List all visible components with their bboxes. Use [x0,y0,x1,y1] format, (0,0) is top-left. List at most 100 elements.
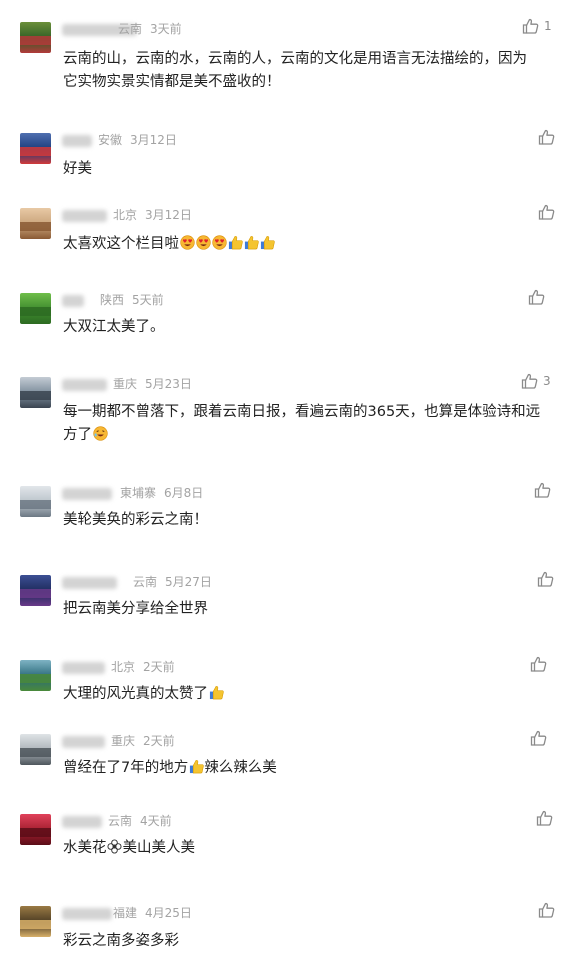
thumbs-up-icon [537,571,554,587]
thumbs-up-icon [534,482,551,498]
thumbs-up-icon [530,656,547,672]
like-button[interactable] [538,902,555,918]
comment-line: 大双江太美了。 [63,316,165,339]
comment-location: 云南 [118,22,143,36]
username-blurred[interactable] [62,379,107,391]
like-button[interactable]: 3 [521,373,551,389]
username-blurred[interactable] [62,488,112,500]
avatar[interactable] [20,734,51,765]
thumbs-up-emoji-icon [244,236,259,250]
like-count: 1 [544,19,552,33]
comment-location: 陕西 [100,293,125,307]
comment-line: 曾经在了7年的地方 辣么辣么美 [63,757,277,780]
comment-meta: 北京 3月12日 [113,208,200,222]
like-button[interactable]: 1 [522,18,552,34]
heart-eyes-emoji-icon [195,235,211,250]
comment-time: 3月12日 [130,133,177,147]
comment-text: 美轮美奂的彩云之南！ [63,512,208,528]
username-blurred[interactable] [62,736,105,748]
thumbs-up-icon [528,289,545,305]
avatar[interactable] [20,377,51,408]
avatar[interactable] [20,486,51,517]
username-blurred[interactable] [62,908,112,920]
comment-text: 把云南美分享给全世界 [63,601,208,617]
avatar[interactable] [20,208,51,239]
thumbs-up-icon [538,129,555,145]
like-count: 3 [543,374,551,388]
avatar[interactable] [20,814,51,845]
flower-emoji-icon [107,839,122,854]
comment-line: 太喜欢这个栏目啦 [63,233,275,256]
comment-time: 4天前 [140,814,172,828]
comment-line: 水美花 美山美人美 [63,837,195,860]
comment-location: 東埔寨 [120,486,157,500]
avatar[interactable] [20,906,51,937]
comment-text: 曾经在了7年的地方 [63,760,189,776]
comment-line: 云南的山，云南的水，云南的人，云南的文化是用语言无法描绘的，因为 [63,48,527,71]
thumbs-up-icon [522,18,539,34]
comment-meta: 北京 2天前 [111,660,183,674]
thumbs-up-icon [538,902,555,918]
comment-text: 云南的山，云南的水，云南的人，云南的文化是用语言无法描绘的，因为 [63,51,527,67]
comment-time: 5月23日 [145,377,192,391]
comment-text-suffix: 美山美人美 [122,840,196,856]
thumbs-up-emoji-icon [189,760,204,774]
username-blurred[interactable] [62,210,107,222]
thumbs-up-icon [530,730,547,746]
comment-meta: 云南 3天前 [118,22,190,36]
comment-line: 每一期都不曾落下，跟着云南日报，看遍云南的365天，也算是体验诗和远 [63,401,540,424]
like-button[interactable] [534,482,551,498]
comment-line: 彩云之南多姿多彩 [63,930,179,953]
username-blurred[interactable] [62,295,84,307]
username-blurred[interactable] [62,816,102,828]
like-button[interactable] [536,810,553,826]
avatar[interactable] [20,293,51,324]
comment-text: 大双江太美了。 [63,319,165,335]
comment-meta: 福建 4月25日 [113,906,200,920]
heart-eyes-emoji-icon [179,235,195,250]
comment-time: 2天前 [143,734,175,748]
avatar[interactable] [20,660,51,691]
comment-text: 它实物实景实情都是美不盛收的！ [63,74,281,90]
comment-time: 2天前 [143,660,175,674]
laughing-emoji-icon [92,426,108,441]
comment-meta: 安徽 3月12日 [98,133,185,147]
comment-meta: 云南 5月27日 [133,575,220,589]
comment-location: 云南 [133,575,158,589]
comment-meta: 陕西 5天前 [100,293,172,307]
comment-meta: 云南 4天前 [108,814,180,828]
comment-time: 4月25日 [145,906,192,920]
like-button[interactable] [538,129,555,145]
comment-location: 福建 [113,906,138,920]
comment-line: 把云南美分享给全世界 [63,598,208,621]
like-button[interactable] [537,571,554,587]
comment-line: 它实物实景实情都是美不盛收的！ [63,71,281,94]
comment-meta: 重庆 2天前 [111,734,183,748]
comment-text: 太喜欢这个栏目啦 [63,236,179,252]
thumbs-up-icon [538,204,555,220]
comment-line: 大理的风光真的太赞了 [63,683,224,706]
thumbs-up-icon [521,373,538,389]
like-button[interactable] [530,656,547,672]
username-blurred[interactable] [62,577,117,589]
avatar[interactable] [20,575,51,606]
comment-time: 5天前 [132,293,164,307]
comment-text: 好美 [63,161,92,177]
comment-location: 安徽 [98,133,123,147]
username-blurred[interactable] [62,662,105,674]
thumbs-up-icon [536,810,553,826]
avatar[interactable] [20,22,51,53]
thumbs-up-emoji-icon [209,686,224,700]
thumbs-up-emoji-icon [260,236,275,250]
avatar[interactable] [20,133,51,164]
comment-meta: 重庆 5月23日 [113,377,200,391]
like-button[interactable] [538,204,555,220]
comment-location: 重庆 [111,734,136,748]
comment-time: 3月12日 [145,208,192,222]
like-button[interactable] [528,289,545,305]
comment-location: 北京 [113,208,138,222]
comment-text: 每一期都不曾落下，跟着云南日报，看遍云南的365天，也算是体验诗和远 [63,404,541,420]
username-blurred[interactable] [62,135,92,147]
like-button[interactable] [530,730,547,746]
comment-text: 方了 [63,427,92,443]
